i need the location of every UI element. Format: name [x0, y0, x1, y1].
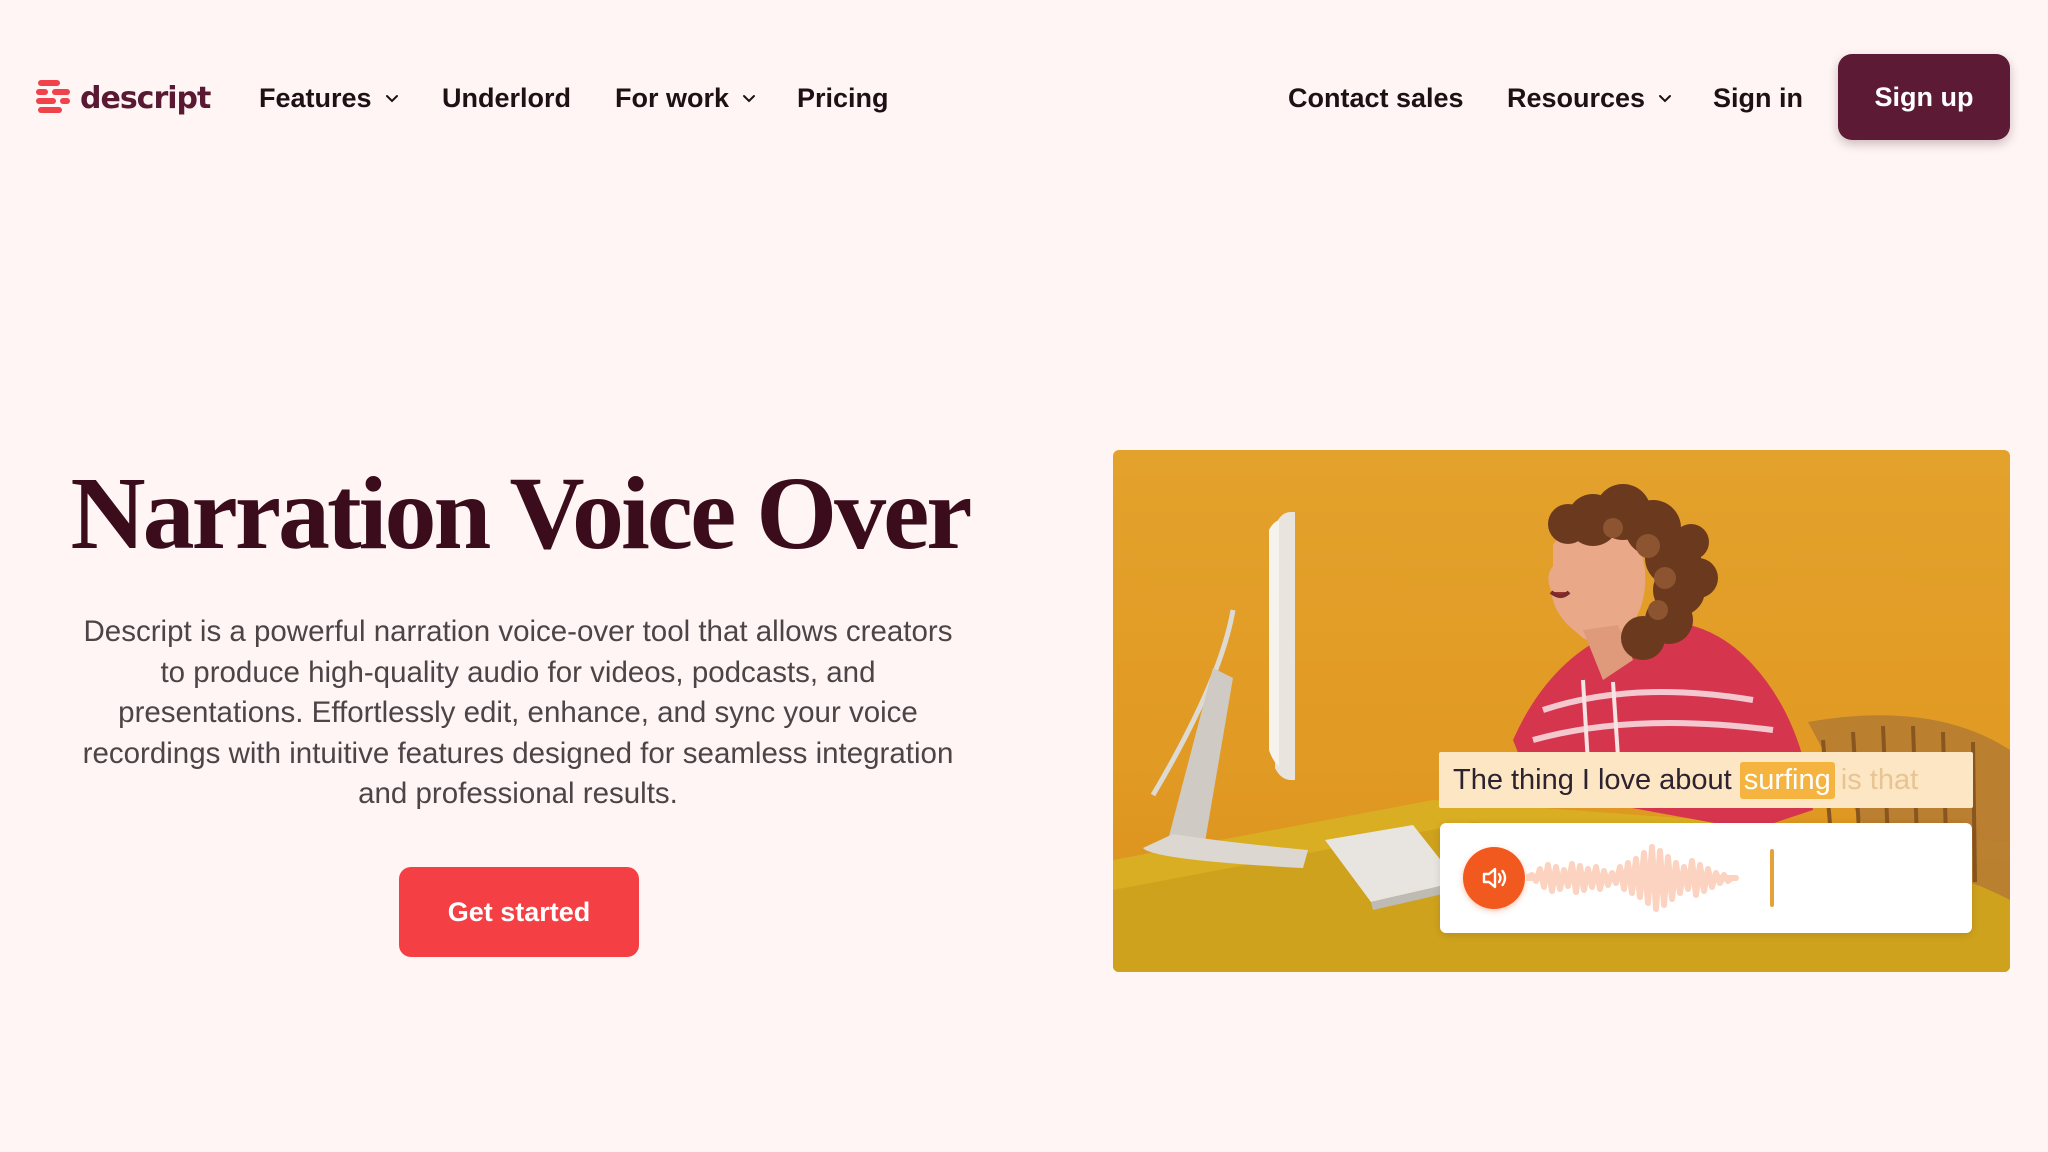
nav-contact-sales-label: Contact sales: [1288, 82, 1464, 113]
top-navbar: descript Features Underlord For work Pri…: [0, 0, 2048, 196]
logo-wordmark: descript: [80, 80, 211, 116]
caption-word: I: [1581, 763, 1590, 796]
speaker-button[interactable]: [1463, 847, 1525, 909]
nav-for-work[interactable]: For work: [615, 80, 757, 116]
nav-features[interactable]: Features: [259, 80, 400, 116]
nav-pricing-label: Pricing: [797, 82, 889, 113]
nav-sign-in-label: Sign in: [1713, 82, 1803, 113]
hero-description-line: and professional results.: [358, 777, 678, 810]
hero-description-line: presentations. Effortlessly edit, enhanc…: [118, 696, 918, 729]
audio-waveform: [1526, 844, 1739, 912]
audio-waveform-card: [1440, 823, 1972, 933]
hero-title: Narration Voice Over: [70, 456, 973, 571]
caption-word: thing: [1510, 763, 1574, 796]
sign-up-button[interactable]: Sign up: [1838, 54, 2010, 140]
hero-description: Descript is a powerful narration voice-o…: [40, 612, 996, 815]
nav-resources-label: Resources: [1507, 82, 1646, 113]
nav-underlord-label: Underlord: [442, 82, 572, 113]
nav-resources[interactable]: Resources: [1507, 80, 1673, 116]
caption-upcoming-words: is that: [1840, 763, 1919, 796]
nav-for-work-label: For work: [615, 82, 730, 113]
nav-sign-in[interactable]: Sign in: [1713, 80, 1803, 116]
get-started-button[interactable]: Get started: [399, 867, 639, 957]
nav-contact-sales[interactable]: Contact sales: [1288, 80, 1464, 116]
playhead-handle[interactable]: [1770, 849, 1774, 907]
caption-word: about: [1659, 763, 1732, 796]
hero-description-line: Descript is a powerful narration voice-o…: [83, 615, 953, 648]
descript-logo[interactable]: descript: [36, 76, 211, 120]
descript-logo-icon: [36, 80, 70, 113]
transcript-caption: The thing I love about surfing is that: [1439, 752, 1973, 808]
nav-underlord[interactable]: Underlord: [442, 80, 571, 116]
chevron-down-icon: [384, 90, 400, 106]
caption-highlighted-word: surfing: [1739, 761, 1835, 799]
caption-word: love: [1597, 763, 1652, 796]
nav-features-label: Features: [259, 82, 372, 113]
hero-description-line: recordings with intuitive features desig…: [82, 736, 954, 770]
hero-description-line: to produce high-quality audio for videos…: [160, 655, 876, 689]
speaker-icon: [1482, 867, 1507, 889]
chevron-down-icon: [1657, 90, 1673, 106]
chevron-down-icon: [741, 90, 757, 106]
nav-pricing[interactable]: Pricing: [797, 80, 889, 116]
caption-word: The: [1453, 763, 1503, 796]
hero-video[interactable]: The thing I love about surfing is that: [1113, 450, 2010, 972]
